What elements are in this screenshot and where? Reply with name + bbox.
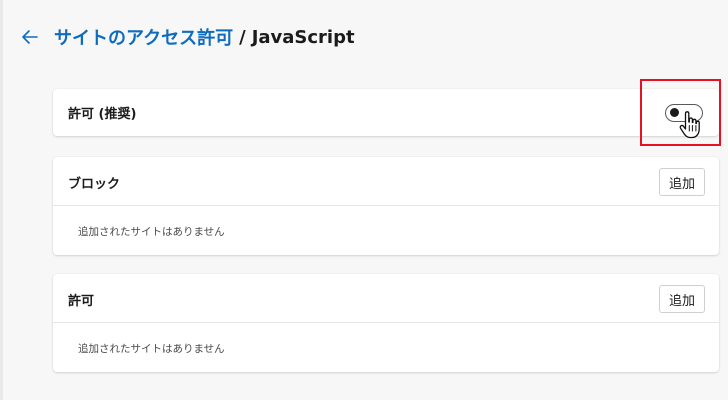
allow-empty-text: 追加されたサイトはありません — [78, 343, 225, 355]
page-header: サイトのアクセス許可 / JavaScript — [20, 22, 355, 52]
allow-add-button[interactable]: 追加 — [658, 285, 705, 313]
block-add-button[interactable]: 追加 — [658, 168, 705, 196]
allow-card: 許可 追加 追加されたサイトはありません — [53, 274, 719, 372]
block-section-title: ブロック — [68, 177, 121, 192]
block-card: ブロック 追加 追加されたサイトはありません — [53, 157, 719, 255]
allow-card-header: 許可 追加 — [53, 274, 719, 323]
allow-section-title: 許可 — [68, 294, 95, 309]
javascript-toggle[interactable] — [665, 104, 703, 122]
allow-recommended-card: 許可 (推奨) — [53, 89, 719, 136]
page-title: JavaScript — [251, 26, 355, 48]
block-empty-text: 追加されたサイトはありません — [78, 226, 225, 238]
allow-recommended-label: 許可 (推奨) — [68, 107, 137, 122]
arrow-left-icon[interactable] — [20, 27, 40, 47]
toggle-knob — [670, 108, 679, 117]
breadcrumb-separator: / — [239, 26, 246, 48]
block-card-header: ブロック 追加 — [53, 157, 719, 206]
left-divider — [0, 0, 3, 400]
breadcrumb-site-permissions[interactable]: サイトのアクセス許可 — [54, 24, 233, 50]
